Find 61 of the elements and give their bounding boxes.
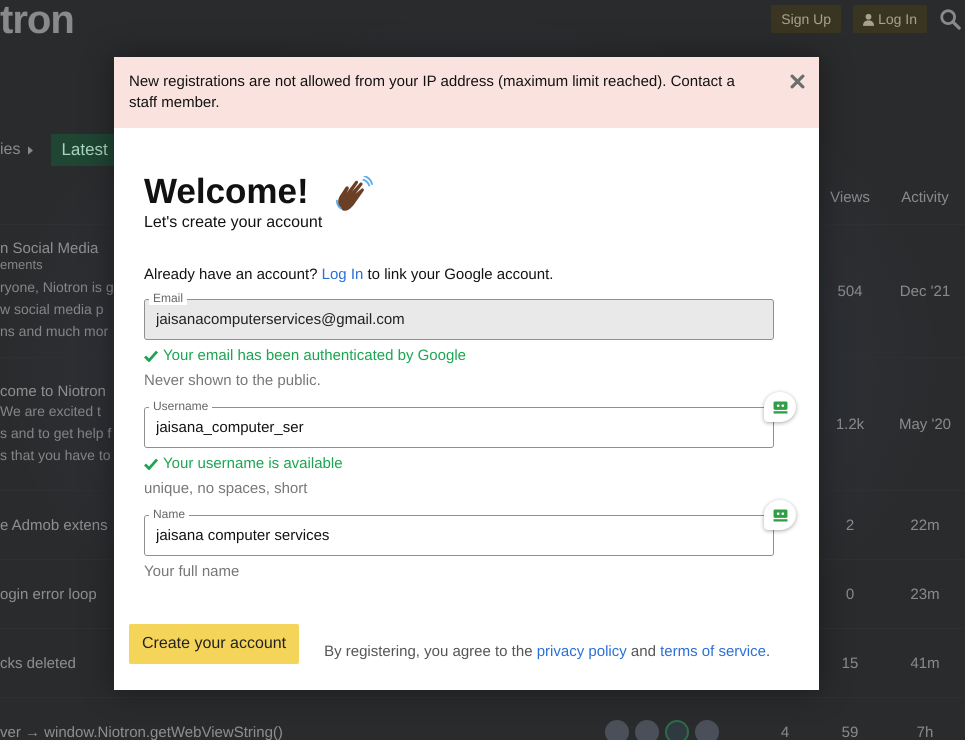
view-count: 504 bbox=[836, 282, 864, 300]
field-hint: Your full name bbox=[144, 563, 240, 580]
topic-excerpt: s and to get help f bbox=[0, 424, 112, 443]
column-header[interactable]: Activity bbox=[885, 188, 965, 206]
topic-title[interactable]: cks deleted bbox=[0, 654, 76, 672]
waving-hand-icon bbox=[334, 176, 373, 214]
success-message: Your username is available bbox=[163, 455, 343, 472]
activity-time: 22m bbox=[909, 516, 941, 534]
create-account-button[interactable]: Create your account bbox=[129, 624, 300, 664]
avatar-photo-placeholder[interactable] bbox=[695, 720, 719, 740]
search-icon[interactable] bbox=[939, 8, 961, 30]
reply-count: 4 bbox=[780, 724, 790, 740]
view-count: 1.2k bbox=[834, 416, 866, 432]
topic-title[interactable]: e Admob extens bbox=[0, 516, 108, 534]
topic-title[interactable]: come to Niotron bbox=[0, 382, 106, 400]
topic-excerpt: s that you have to bbox=[0, 446, 111, 465]
success-message: Your email has been authenticated by Google bbox=[163, 347, 466, 364]
field-hint: unique, no spaces, short bbox=[144, 480, 308, 497]
robot-face-icon bbox=[772, 508, 788, 522]
terms-notice: By registering, you agree to the privacy policy and terms of service. bbox=[324, 642, 770, 660]
user-icon bbox=[863, 12, 874, 26]
field-hint: Never shown to the public. bbox=[144, 372, 322, 389]
check-icon bbox=[144, 350, 158, 362]
close-icon[interactable] bbox=[790, 74, 805, 89]
category-breadcrumb[interactable]: ies bbox=[0, 141, 20, 159]
topic-excerpt: w social media p bbox=[0, 300, 104, 319]
activity-time: 23m bbox=[909, 586, 941, 602]
robot-face-icon bbox=[772, 400, 788, 414]
avatar-logo[interactable] bbox=[665, 720, 689, 740]
login-button[interactable]: Log In bbox=[853, 5, 927, 33]
activity-time: Dec '21 bbox=[898, 282, 952, 300]
check-icon bbox=[144, 458, 158, 470]
view-count: 15 bbox=[840, 654, 860, 672]
avatar-photo-placeholder[interactable] bbox=[635, 720, 659, 740]
caret-icon[interactable] bbox=[28, 146, 34, 154]
autofill-button[interactable] bbox=[764, 500, 796, 530]
terms-link[interactable]: terms of service bbox=[660, 642, 766, 660]
topic-excerpt: We are excited t bbox=[0, 402, 101, 420]
topic-title[interactable]: ver → window.Niotron.getWebViewString() bbox=[0, 724, 283, 740]
topic-excerpt: ryone, Niotron is g bbox=[0, 278, 114, 297]
activity-time: 41m bbox=[909, 654, 941, 672]
dialog-subtitle: Let's create your account bbox=[144, 214, 324, 232]
login-link[interactable]: Log In bbox=[322, 266, 364, 283]
topic-excerpt: ns and much mor bbox=[0, 322, 108, 341]
avatar-photo-placeholder[interactable] bbox=[605, 720, 629, 740]
activity-time: May '20 bbox=[898, 416, 952, 432]
privacy-policy-link[interactable]: privacy policy bbox=[536, 642, 627, 660]
category-label[interactable]: ements bbox=[0, 257, 43, 272]
topic-title[interactable]: n Social Media bbox=[0, 240, 98, 257]
activity-time: 7h bbox=[916, 724, 934, 740]
site-logo[interactable]: tron bbox=[0, 0, 74, 42]
view-count: 59 bbox=[840, 724, 860, 740]
login-prompt: Already have an account? Log In to link your Google account. bbox=[144, 266, 554, 283]
view-count: 2 bbox=[844, 516, 856, 534]
dialog-title: Welcome! bbox=[144, 172, 309, 212]
view-count: 0 bbox=[844, 586, 856, 602]
autofill-button[interactable] bbox=[764, 392, 796, 422]
column-header[interactable]: Views bbox=[815, 188, 885, 206]
topic-title[interactable]: ogin error loop bbox=[0, 586, 97, 602]
error-message: New registrations are not allowed from your IP address (maximum limit reached). Contact a staff member. bbox=[129, 72, 736, 113]
signup-button[interactable]: Sign Up bbox=[771, 5, 842, 33]
